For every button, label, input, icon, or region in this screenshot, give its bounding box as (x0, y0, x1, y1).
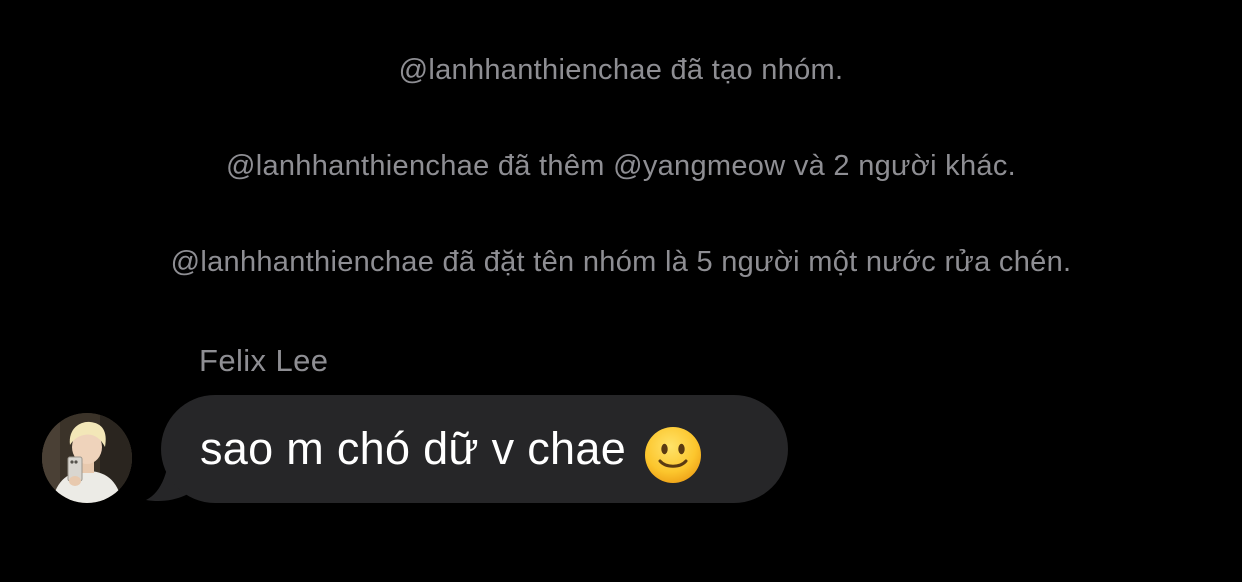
slightly-smiling-face-emoji-icon (644, 426, 702, 484)
avatar[interactable] (42, 413, 132, 503)
sender-name: Felix Lee (199, 343, 329, 378)
message-text: sao m chó dữ v chae (200, 423, 627, 474)
message-bubble[interactable]: sao m chó dữ v chae (161, 395, 788, 503)
system-message-members-added: @lanhhanthienchae đã thêm @yangmeow và 2… (225, 150, 1017, 182)
system-message-group-created: @lanhhanthienchae đã tạo nhóm. (398, 54, 844, 86)
system-message-group-renamed: @lanhhanthienchae đã đặt tên nhóm là 5 n… (170, 246, 1072, 278)
